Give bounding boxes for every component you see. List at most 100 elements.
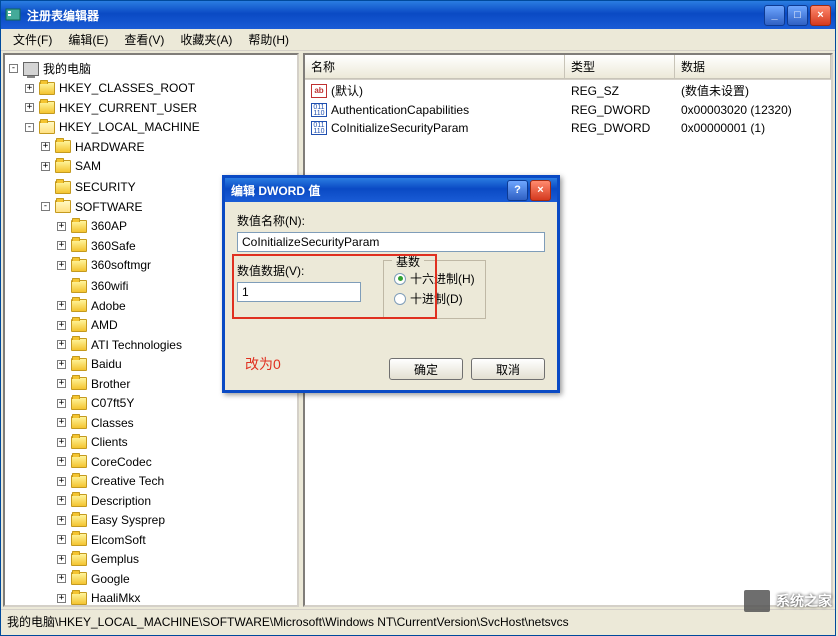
- radio-hex-row[interactable]: 十六进制(H): [394, 270, 475, 287]
- tree-node[interactable]: +Clients: [57, 434, 130, 450]
- tree-node[interactable]: +360AP: [57, 218, 129, 234]
- value-row[interactable]: 011110AuthenticationCapabilitiesREG_DWOR…: [305, 101, 831, 119]
- name-field[interactable]: [237, 232, 545, 252]
- tree-node[interactable]: +Creative Tech: [57, 473, 166, 489]
- expand-icon[interactable]: +: [57, 399, 66, 408]
- radio-dec[interactable]: [394, 293, 406, 305]
- tree-node[interactable]: + HKEY_CLASSES_ROOT: [25, 80, 197, 96]
- tree-node[interactable]: + CoreCodec: [57, 454, 154, 470]
- col-data[interactable]: 数据: [675, 55, 831, 79]
- expand-icon[interactable]: +: [57, 574, 66, 583]
- tree-label: CoreCodec: [89, 454, 154, 470]
- tree-node[interactable]: -SOFTWARE: [41, 199, 145, 215]
- tree-node[interactable]: +Gemplus: [57, 551, 141, 567]
- tree-node[interactable]: +HKEY_CURRENT_USER: [25, 100, 199, 116]
- col-type[interactable]: 类型: [565, 55, 675, 79]
- radio-dec-row[interactable]: 十进制(D): [394, 290, 475, 307]
- tree-node[interactable]: +HARDWARE: [41, 139, 147, 155]
- tree-node[interactable]: +Brother: [57, 376, 132, 392]
- menu-view[interactable]: 查看(V): [116, 29, 172, 50]
- expand-icon[interactable]: +: [57, 555, 66, 564]
- menu-help[interactable]: 帮助(H): [240, 29, 297, 50]
- value-row[interactable]: ab(默认)REG_SZ(数值未设置): [305, 80, 831, 101]
- tree-node[interactable]: + ElcomSoft: [57, 532, 148, 548]
- menu-file[interactable]: 文件(F): [5, 29, 60, 50]
- base-groupbox: 基数 十六进制(H) 十进制(D): [383, 260, 486, 319]
- tree-label: SECURITY: [73, 179, 138, 195]
- maximize-button[interactable]: □: [787, 5, 808, 26]
- expand-icon[interactable]: +: [25, 103, 34, 112]
- folder-icon: [71, 220, 87, 233]
- close-button[interactable]: ×: [810, 5, 831, 26]
- expand-icon[interactable]: +: [57, 340, 66, 349]
- expand-icon[interactable]: +: [57, 438, 66, 447]
- dialog-close-button[interactable]: ×: [530, 180, 551, 201]
- tree-label: Description: [89, 493, 153, 509]
- expand-icon[interactable]: +: [57, 222, 66, 231]
- tree-label: SAM: [73, 158, 103, 174]
- expand-icon[interactable]: +: [57, 261, 66, 270]
- folder-icon: [71, 397, 87, 410]
- tree-label: AMD: [89, 317, 120, 333]
- tree-node[interactable]: +Easy Sysprep: [57, 512, 167, 528]
- expand-icon[interactable]: +: [57, 418, 66, 427]
- name-label: 数值名称(N):: [237, 212, 545, 229]
- tree-node[interactable]: + AMD: [57, 317, 120, 333]
- expand-icon[interactable]: +: [41, 162, 50, 171]
- tree-label: ElcomSoft: [89, 532, 148, 548]
- watermark-text: 系统之家: [776, 591, 832, 611]
- tree-node[interactable]: + Description: [57, 493, 153, 509]
- tree-node[interactable]: +Baidu: [57, 356, 124, 372]
- tree-node[interactable]: +360softmgr: [57, 257, 153, 273]
- expand-icon[interactable]: +: [57, 594, 66, 603]
- folder-icon: [71, 475, 87, 488]
- tree-node[interactable]: +Classes: [57, 415, 136, 431]
- tree-node[interactable]: +HaaliMkx: [57, 590, 142, 606]
- collapse-icon[interactable]: -: [9, 64, 18, 73]
- tree-node[interactable]: SECURITY: [41, 179, 138, 195]
- tree-node[interactable]: +Adobe: [57, 298, 128, 314]
- expand-icon[interactable]: +: [25, 84, 34, 93]
- tree-node[interactable]: -我的电脑: [9, 61, 93, 77]
- tree-node[interactable]: + ATI Technologies: [57, 337, 184, 353]
- expand-icon[interactable]: +: [57, 321, 66, 330]
- value-row[interactable]: 011110CoInitializeSecurityParamREG_DWORD…: [305, 119, 831, 137]
- tree-label: HKEY_CLASSES_ROOT: [57, 80, 197, 96]
- folder-icon: [71, 553, 87, 566]
- tree-node[interactable]: -HKEY_LOCAL_MACHINE: [25, 119, 202, 135]
- expand-icon[interactable]: +: [57, 477, 66, 486]
- collapse-icon[interactable]: -: [25, 123, 34, 132]
- menu-favorites[interactable]: 收藏夹(A): [172, 29, 240, 50]
- tree-node[interactable]: +Google: [57, 571, 132, 587]
- expand-icon[interactable]: +: [41, 142, 50, 151]
- folder-icon: [71, 358, 87, 371]
- expand-icon[interactable]: +: [57, 379, 66, 388]
- expand-icon[interactable]: +: [57, 516, 66, 525]
- tree-label: ATI Technologies: [89, 337, 184, 353]
- value-type: REG_SZ: [565, 81, 675, 100]
- expand-icon[interactable]: +: [57, 360, 66, 369]
- cancel-button[interactable]: 取消: [471, 358, 545, 380]
- data-field[interactable]: [237, 282, 361, 302]
- radio-hex[interactable]: [394, 273, 406, 285]
- dialog-titlebar[interactable]: 编辑 DWORD 值 ? ×: [225, 178, 557, 202]
- tree-node[interactable]: +360Safe: [57, 238, 138, 254]
- titlebar[interactable]: 注册表编辑器 _ □ ×: [1, 1, 835, 29]
- collapse-icon[interactable]: -: [41, 202, 50, 211]
- tree-node[interactable]: 360wifi: [57, 278, 130, 294]
- expand-icon[interactable]: +: [57, 535, 66, 544]
- expand-icon[interactable]: +: [57, 301, 66, 310]
- value-name: AuthenticationCapabilities: [331, 103, 469, 117]
- folder-icon: [71, 259, 87, 272]
- col-name[interactable]: 名称: [305, 55, 565, 79]
- folder-icon: [55, 181, 71, 194]
- minimize-button[interactable]: _: [764, 5, 785, 26]
- ok-button[interactable]: 确定: [389, 358, 463, 380]
- tree-node[interactable]: + SAM: [41, 158, 103, 174]
- expand-icon[interactable]: +: [57, 496, 66, 505]
- expand-icon[interactable]: +: [57, 457, 66, 466]
- expand-icon[interactable]: +: [57, 241, 66, 250]
- dialog-help-button[interactable]: ?: [507, 180, 528, 201]
- menu-edit[interactable]: 编辑(E): [60, 29, 116, 50]
- tree-node[interactable]: +C07ft5Y: [57, 395, 136, 411]
